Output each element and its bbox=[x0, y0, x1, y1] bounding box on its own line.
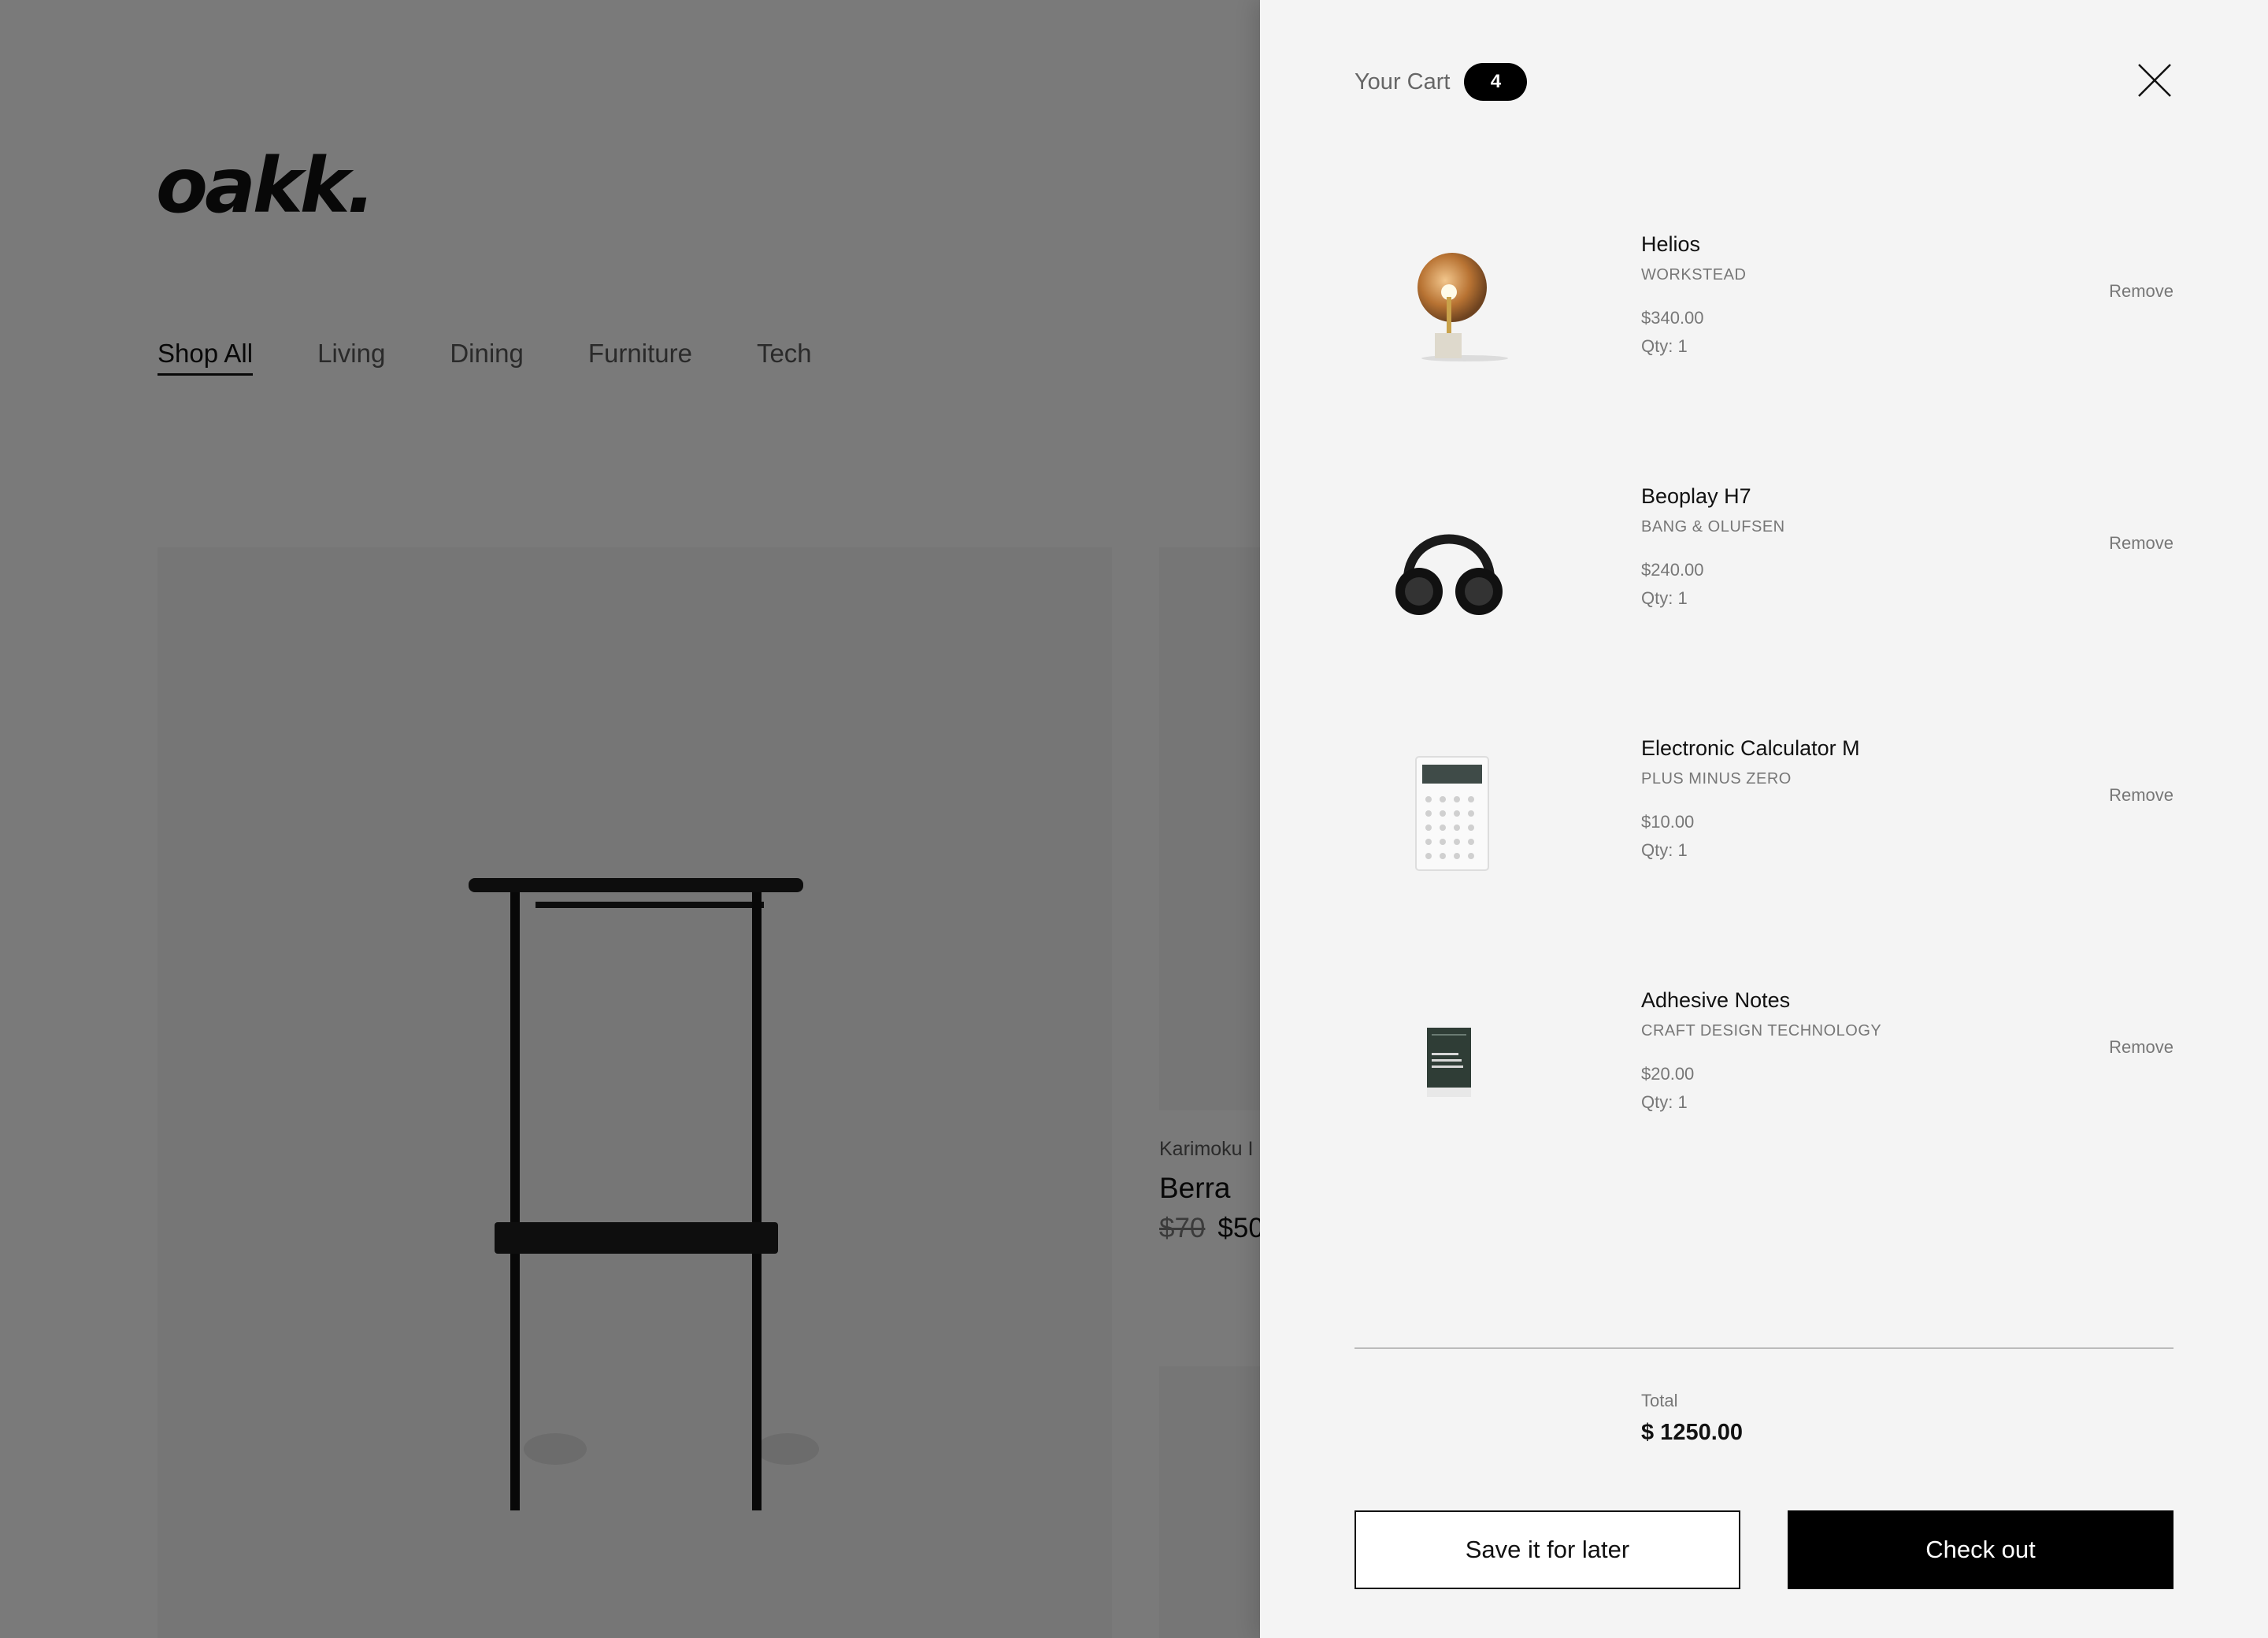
total-label: Total bbox=[1641, 1391, 1678, 1410]
cart-item: Helios WORKSTEAD $340.00 Qty: 1 Remove bbox=[1354, 232, 2174, 390]
remove-button[interactable]: Remove bbox=[2109, 1037, 2174, 1058]
item-name[interactable]: Adhesive Notes bbox=[1641, 988, 1881, 1013]
calculator-image bbox=[1415, 756, 1489, 871]
remove-button[interactable]: Remove bbox=[2109, 785, 2174, 806]
item-info: Adhesive Notes CRAFT DESIGN TECHNOLOGY $… bbox=[1641, 988, 1881, 1113]
item-price: $240.00 bbox=[1641, 560, 1704, 580]
divider bbox=[1354, 1347, 2174, 1349]
item-qty: Qty: 1 bbox=[1641, 840, 1688, 860]
checkout-button[interactable]: Check out bbox=[1788, 1510, 2174, 1589]
item-info: Electronic Calculator M PLUS MINUS ZERO … bbox=[1641, 736, 1860, 861]
cart-item: Electronic Calculator M PLUS MINUS ZERO … bbox=[1354, 736, 2174, 894]
item-qty: Qty: 1 bbox=[1641, 336, 1688, 356]
headphones-image bbox=[1395, 534, 1503, 615]
item-price: $10.00 bbox=[1641, 812, 1695, 832]
cart-item: Beoplay H7 BANG & OLUFSEN $240.00 Qty: 1… bbox=[1354, 484, 2174, 642]
cart-item: Adhesive Notes CRAFT DESIGN TECHNOLOGY $… bbox=[1354, 988, 2174, 1146]
cart-drawer: Your Cart 4 Helios WORKSTEAD $340.00 Qty… bbox=[1260, 0, 2268, 1638]
item-qty: Qty: 1 bbox=[1641, 1092, 1688, 1112]
item-info: Beoplay H7 BANG & OLUFSEN $240.00 Qty: 1 bbox=[1641, 484, 1785, 609]
item-name[interactable]: Electronic Calculator M bbox=[1641, 736, 1860, 761]
item-brand: BANG & OLUFSEN bbox=[1641, 518, 1785, 536]
close-icon[interactable] bbox=[2136, 61, 2174, 99]
total-value: $ 1250.00 bbox=[1641, 1420, 1744, 1445]
item-name[interactable]: Beoplay H7 bbox=[1641, 484, 1785, 509]
notes-image bbox=[1427, 1028, 1471, 1097]
remove-button[interactable]: Remove bbox=[2109, 533, 2174, 554]
item-brand: CRAFT DESIGN TECHNOLOGY bbox=[1641, 1022, 1882, 1040]
remove-button[interactable]: Remove bbox=[2109, 281, 2174, 302]
cart-header: Your Cart 4 bbox=[1354, 63, 1528, 101]
item-price: $20.00 bbox=[1641, 1064, 1695, 1084]
lamp-image bbox=[1418, 253, 1508, 361]
item-brand: PLUS MINUS ZERO bbox=[1641, 770, 1792, 788]
item-price: $340.00 bbox=[1641, 308, 1704, 328]
item-brand: WORKSTEAD bbox=[1641, 266, 1747, 284]
item-info: Helios WORKSTEAD $340.00 Qty: 1 bbox=[1641, 232, 1746, 357]
item-name[interactable]: Helios bbox=[1641, 232, 1746, 257]
cart-title: Your Cart bbox=[1354, 69, 1451, 94]
item-qty: Qty: 1 bbox=[1641, 588, 1688, 608]
cart-count-badge: 4 bbox=[1464, 63, 1528, 101]
save-for-later-button[interactable]: Save it for later bbox=[1354, 1510, 1740, 1589]
